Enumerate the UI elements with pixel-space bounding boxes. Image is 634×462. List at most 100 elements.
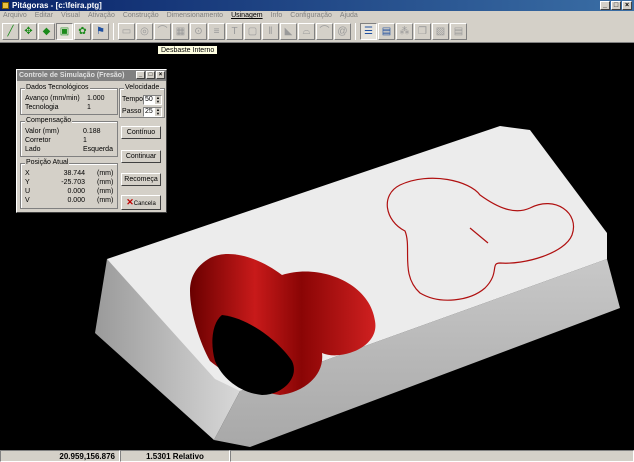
simulation-dialog: Controle de Simulação (Fresão) _ □ × Dad… (16, 69, 167, 213)
compensacao-label: Compensação (25, 117, 73, 125)
toolbar-separator (113, 23, 114, 40)
dialog-minimize-button[interactable]: _ (136, 71, 145, 79)
dialog-title: Controle de Simulação (Fresão) (19, 72, 125, 79)
spiral-icon[interactable]: @ (334, 23, 351, 40)
minimize-button[interactable]: _ (600, 1, 610, 10)
continuar-button[interactable]: Continuar (121, 150, 161, 163)
position-unit: (mm) (97, 197, 114, 204)
avanco-label: Avanço (mm/min) (25, 95, 80, 102)
compensacao-group: Compensação Valor (mm) 0.188 Corretor 1 … (20, 117, 118, 157)
toolbar-separator (355, 23, 356, 40)
list-icon[interactable]: ☰ (360, 23, 377, 40)
print-icon[interactable]: ▤ (450, 23, 467, 40)
slot-icon[interactable]: ‖ (262, 23, 279, 40)
cancela-label: Cancela (133, 201, 156, 207)
arc-2-icon[interactable]: ⌒ (316, 23, 333, 40)
tempo-value: 50 (145, 96, 153, 103)
lado-label: Lado (25, 146, 41, 153)
cancel-x-icon: ✕ (126, 197, 134, 207)
menu-dimensionamento[interactable]: Dimensionamento (167, 11, 223, 21)
flag-icon[interactable]: ⚑ (92, 23, 109, 40)
menu-visual[interactable]: Visual (61, 11, 80, 21)
app-icon (2, 2, 9, 9)
circle-pocket-icon[interactable]: ◎ (136, 23, 153, 40)
tempo-label: Tempo (122, 96, 144, 103)
rect-pocket-icon[interactable]: ▭ (118, 23, 135, 40)
menu-bar: Arquivo Editar Visual Ativação Construçã… (0, 11, 634, 21)
tooltip: Desbaste Interno (157, 45, 219, 55)
status-empty (230, 450, 634, 462)
menu-construcao[interactable]: Construção (123, 11, 159, 21)
maximize-button[interactable]: □ (611, 1, 621, 10)
position-axis: U (25, 188, 31, 195)
menu-info[interactable]: Info (271, 11, 283, 21)
spinner-arrows-icon[interactable]: ▲ ▼ (155, 108, 161, 116)
status-bar: 20.959,156.876 1.5301 Relativo (0, 450, 634, 462)
corretor-value: 1 (83, 137, 87, 144)
cancela-button[interactable]: ✕Cancela (121, 195, 161, 210)
dialog-maximize-button[interactable]: □ (146, 71, 155, 79)
copy-icon[interactable]: ❐ (414, 23, 431, 40)
paste-icon[interactable]: ▧ (432, 23, 449, 40)
thread-icon[interactable]: ≡ (208, 23, 225, 40)
position-value: -25.703 (61, 179, 85, 186)
move-icon[interactable]: ✥ (20, 23, 37, 40)
dialog-title-bar: Controle de Simulação (Fresão) _ □ × (17, 70, 166, 81)
status-coordinates: 20.959,156.876 (0, 450, 120, 462)
close-button[interactable]: × (622, 1, 632, 10)
tecnologia-value: 1 (87, 104, 91, 111)
grid-icon[interactable]: ▦ (172, 23, 189, 40)
tool-icon[interactable]: ✿ (74, 23, 91, 40)
chamfer-icon[interactable]: ◣ (280, 23, 297, 40)
continuo-button[interactable]: Contínuo (121, 126, 161, 139)
lado-value: Esquerda (83, 146, 113, 153)
window-title: Pitágoras - [c:\feira.ptg] (12, 1, 102, 10)
position-unit: (mm) (97, 179, 114, 186)
position-unit: (mm) (97, 188, 114, 195)
cube-icon[interactable]: ◆ (38, 23, 55, 40)
status-zoom: 1.5301 Relativo (120, 450, 230, 462)
tecnologia-label: Tecnologia (25, 104, 59, 111)
dados-label: Dados Tecnológicos (25, 84, 90, 92)
app-title-bar: Pitágoras - [c:\feira.ptg] _ □ × (0, 0, 634, 11)
toolbar: ╱ ✥ ◆ ▣ ✿ ⚑ ▭ ◎ ⌒ ▦ ⊙ ≡ T ▢ ‖ ◣ ⌓ ⌒ @ ☰ … (0, 21, 634, 43)
dialog-close-button[interactable]: × (156, 71, 165, 79)
position-unit: (mm) (97, 170, 114, 177)
posicao-group: Posição Atual X 38.744 (mm) Y -25.703 (m… (20, 159, 118, 209)
menu-configuracao[interactable]: Configuração (290, 11, 332, 21)
position-axis: Y (25, 179, 30, 186)
velocidade-group: Velocidade Tempo 50 ▲ ▼ Passo 25 ▲ ▼ (119, 84, 165, 118)
recomeca-button[interactable]: Recomeça (121, 173, 161, 186)
posicao-label: Posição Atual (25, 159, 70, 167)
arc-icon[interactable]: ⌓ (298, 23, 315, 40)
valor-label: Valor (mm) (25, 128, 60, 135)
tempo-spinner[interactable]: 50 ▲ ▼ (143, 95, 162, 105)
contour-icon[interactable]: ⌒ (154, 23, 171, 40)
menu-ajuda[interactable]: Ajuda (340, 11, 358, 21)
position-value: 38.744 (63, 170, 85, 177)
position-axis: V (25, 197, 30, 204)
menu-ativacao[interactable]: Ativação (88, 11, 115, 21)
menu-arquivo[interactable]: Arquivo (3, 11, 27, 21)
spinner-arrows-icon[interactable]: ▲ ▼ (155, 96, 161, 104)
text-icon[interactable]: T (226, 23, 243, 40)
frame-icon[interactable]: ▢ (244, 23, 261, 40)
simulate-icon[interactable]: ▣ (56, 23, 73, 40)
passo-label: Passo (122, 108, 142, 115)
dados-group: Dados Tecnológicos Avanço (mm/min) 1.000… (20, 84, 118, 115)
corretor-label: Corretor (25, 137, 51, 144)
position-value: 0.000 (67, 197, 85, 204)
table-icon[interactable]: ▤ (378, 23, 395, 40)
position-axis: X (25, 170, 30, 177)
passo-value: 25 (145, 108, 153, 115)
menu-usinagem[interactable]: Usinagem (231, 11, 263, 21)
draw-line-icon[interactable]: ╱ (2, 23, 19, 40)
pattern-icon[interactable]: ⁂ (396, 23, 413, 40)
avanco-value: 1.000 (87, 95, 105, 102)
velocidade-label: Velocidade (124, 84, 161, 92)
drill-icon[interactable]: ⊙ (190, 23, 207, 40)
position-value: 0.000 (67, 188, 85, 195)
passo-spinner[interactable]: 25 ▲ ▼ (143, 107, 162, 117)
valor-value: 0.188 (83, 128, 101, 135)
menu-editar[interactable]: Editar (35, 11, 53, 21)
